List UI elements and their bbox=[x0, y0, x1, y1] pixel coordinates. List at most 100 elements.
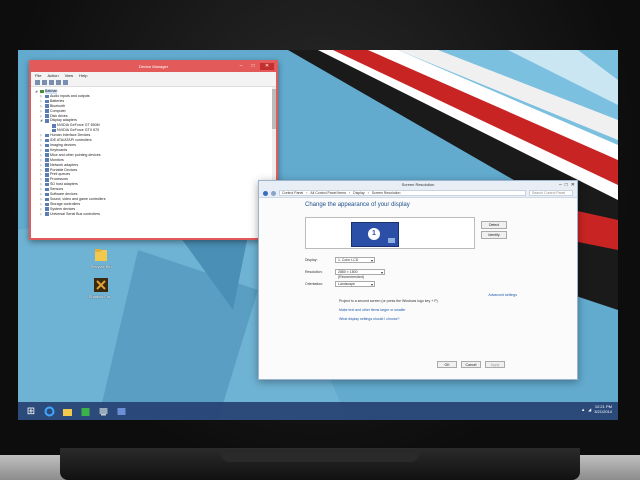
device-icon bbox=[44, 168, 49, 172]
search-input[interactable]: Search Control Panel bbox=[529, 190, 573, 196]
breadcrumb-item[interactable]: Screen Resolution bbox=[372, 191, 401, 195]
apply-button[interactable]: Apply bbox=[485, 361, 505, 368]
folder-icon[interactable] bbox=[60, 405, 74, 417]
menu-view[interactable]: View bbox=[65, 72, 74, 79]
display-preview[interactable]: 1 bbox=[305, 217, 475, 249]
device-icon bbox=[44, 143, 49, 148]
close-button[interactable]: ✕ bbox=[571, 181, 575, 189]
text-size-link[interactable]: Make text and other items larger or smal… bbox=[339, 308, 406, 312]
device-icon bbox=[44, 178, 49, 182]
device-icon bbox=[44, 182, 49, 187]
menu-action[interactable]: Action bbox=[47, 72, 58, 79]
orientation-label: Orientation: bbox=[305, 282, 324, 286]
detect-button[interactable]: Detect bbox=[481, 221, 507, 229]
device-icon bbox=[44, 94, 49, 99]
menu-file[interactable]: File bbox=[35, 72, 41, 79]
desktop-screen: Recycle Bin Shadow Fla... Device Manager… bbox=[18, 50, 618, 420]
device-icon bbox=[44, 202, 49, 207]
properties-icon[interactable] bbox=[49, 80, 54, 85]
device-icon bbox=[44, 104, 49, 108]
device-icon bbox=[44, 133, 49, 138]
ok-button[interactable]: OK bbox=[437, 361, 457, 368]
projector-tip: Project to a second screen (or press the… bbox=[339, 299, 438, 303]
desktop-icon-label: Shadow Fla... bbox=[88, 294, 114, 299]
device-icon bbox=[44, 114, 49, 118]
forward-icon[interactable] bbox=[271, 190, 276, 196]
menubar: File Action View Help bbox=[31, 72, 276, 79]
orientation-select[interactable]: Landscape bbox=[335, 281, 375, 287]
address-bar: Control Panel › All Control Panel Items › … bbox=[259, 189, 577, 198]
store-icon[interactable] bbox=[78, 405, 92, 417]
device-icon bbox=[44, 187, 49, 192]
resolution-field: Resolution: 2880 × 1800 (Recommended) bbox=[305, 269, 385, 279]
network-icon[interactable]: ▲ bbox=[581, 407, 585, 412]
display-label: Display: bbox=[305, 258, 318, 262]
breadcrumb-item[interactable]: Control Panel bbox=[282, 191, 303, 195]
tree-item-label: Universal Serial Bus controllers bbox=[50, 211, 100, 216]
scrollbar-thumb[interactable] bbox=[272, 89, 276, 129]
device-icon bbox=[51, 128, 56, 133]
device-icon bbox=[39, 89, 44, 94]
close-button[interactable]: ✕ bbox=[260, 63, 274, 70]
game-icon bbox=[92, 276, 110, 294]
display-select[interactable]: 1. Color LCD bbox=[335, 257, 375, 263]
device-icon bbox=[51, 124, 56, 128]
device-icon bbox=[44, 197, 49, 202]
chevron-down-icon[interactable]: ◢ bbox=[40, 118, 43, 123]
device-tree: ◢ Batman ▷ Audio inputs and outputs ▷ Batteri… bbox=[31, 87, 276, 235]
screen-resolution-titlebar[interactable]: Screen Resolution – □ ✕ bbox=[259, 181, 577, 189]
screen-resolution-window[interactable]: Screen Resolution – □ ✕ Control Panel › A… bbox=[258, 180, 578, 380]
desktop-icon-recycle[interactable]: Recycle Bin bbox=[86, 246, 116, 269]
desktop-icon-game[interactable]: Shadow Fla... bbox=[86, 276, 116, 299]
start-icon[interactable]: ⊞ bbox=[24, 405, 38, 417]
device-icon bbox=[44, 99, 49, 104]
orientation-field: Orientation: Landscape bbox=[305, 281, 375, 287]
clock-date: 3/21/2014 bbox=[594, 408, 612, 414]
device-icon bbox=[44, 153, 49, 157]
back-icon[interactable] bbox=[263, 190, 268, 196]
resolution-select[interactable]: 2880 × 1800 (Recommended) bbox=[335, 269, 385, 279]
device-icon bbox=[44, 148, 49, 153]
device-icon bbox=[44, 138, 49, 143]
volume-icon[interactable]: ◢ bbox=[588, 407, 591, 412]
monitor-1[interactable]: 1 bbox=[351, 222, 399, 247]
folder-icon bbox=[92, 246, 110, 264]
advanced-settings-link[interactable]: Advanced settings bbox=[488, 293, 517, 297]
breadcrumb[interactable]: Control Panel › All Control Panel Items › … bbox=[279, 190, 526, 196]
cancel-button[interactable]: Cancel bbox=[461, 361, 481, 368]
device-icon bbox=[44, 212, 49, 216]
resolution-label: Resolution: bbox=[305, 270, 323, 274]
maximize-button[interactable]: □ bbox=[248, 63, 258, 70]
maximize-button[interactable]: □ bbox=[565, 181, 568, 189]
window-title: Screen Resolution bbox=[401, 182, 435, 187]
device-icon bbox=[44, 109, 49, 113]
control-panel-icon[interactable] bbox=[114, 405, 128, 417]
tree-item[interactable]: ▷ Universal Serial Bus controllers bbox=[35, 212, 272, 217]
device-manager-titlebar[interactable]: Device Manager – □ ✕ bbox=[31, 62, 276, 72]
window-title: Device Manager bbox=[138, 64, 169, 69]
help-icon[interactable] bbox=[56, 80, 61, 85]
device-manager-icon[interactable] bbox=[96, 405, 110, 417]
device-icon bbox=[44, 158, 49, 162]
clock[interactable]: 12:21 PM 3/21/2014 bbox=[594, 404, 612, 414]
device-icon bbox=[44, 173, 49, 177]
back-icon[interactable] bbox=[35, 80, 40, 85]
chevron-right-icon[interactable]: ▷ bbox=[40, 212, 43, 217]
forward-icon[interactable] bbox=[42, 80, 47, 85]
minimize-button[interactable]: – bbox=[236, 63, 246, 70]
device-manager-window[interactable]: Device Manager – □ ✕ File Action View He… bbox=[29, 60, 278, 240]
scan-icon[interactable] bbox=[63, 80, 68, 85]
menu-help[interactable]: Help bbox=[79, 72, 87, 79]
breadcrumb-item[interactable]: Display bbox=[353, 191, 364, 195]
device-icon bbox=[44, 163, 49, 167]
ie-icon[interactable] bbox=[42, 405, 56, 417]
desktop-icon-label: Recycle Bin bbox=[90, 264, 112, 269]
display-help-link[interactable]: What display settings should I choose? bbox=[339, 317, 400, 321]
page-title: Change the appearance of your display bbox=[305, 202, 410, 208]
identify-button[interactable]: Identify bbox=[481, 231, 507, 239]
chevron-down-icon[interactable]: ◢ bbox=[35, 89, 38, 94]
breadcrumb-item[interactable]: All Control Panel Items bbox=[310, 191, 346, 195]
toolbar bbox=[31, 79, 276, 87]
device-icon bbox=[44, 207, 49, 211]
minimize-button[interactable]: – bbox=[559, 181, 562, 189]
